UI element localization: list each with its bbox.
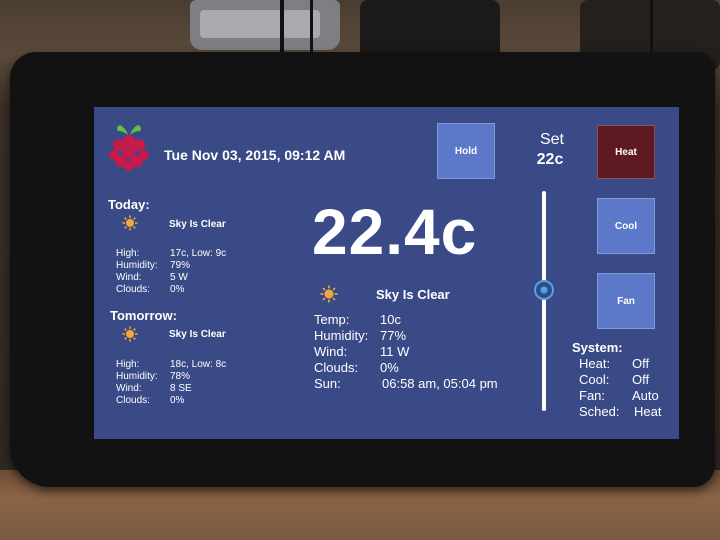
today-condition: Sky Is Clear	[169, 219, 226, 230]
tomorrow-clouds-label: Clouds:	[116, 395, 150, 406]
heat-button[interactable]: Heat	[597, 125, 655, 179]
today-humidity-label: Humidity:	[116, 260, 158, 271]
tomorrow-humidity-label: Humidity:	[116, 371, 158, 382]
system-heat-label: Heat:	[579, 356, 611, 371]
current-condition: Sky Is Clear	[376, 287, 450, 302]
system-sched-value: Heat	[634, 404, 662, 419]
sun-icon	[320, 285, 338, 303]
tomorrow-high-value: 18c, Low: 8c	[170, 359, 227, 370]
current-temperature: 22.4c	[312, 196, 478, 268]
cool-button[interactable]: Cool	[597, 198, 655, 254]
tomorrow-title: Tomorrow:	[110, 308, 177, 323]
current-humidity-label: Humidity:	[314, 328, 369, 343]
thermostat-screen: Tue Nov 03, 2015, 09:12 AM Hold Set 22c …	[94, 107, 679, 439]
current-clouds-value: 0%	[380, 360, 399, 375]
setpoint-label: Set	[539, 131, 564, 148]
background-device	[360, 0, 500, 60]
system-title: System:	[572, 340, 623, 355]
cable	[280, 0, 284, 60]
system-sched-label: Sched:	[579, 404, 620, 419]
current-wind-value: 11 W	[380, 344, 410, 359]
system-heat-value: Off	[632, 356, 650, 371]
today-details: High: 17c, Low: 9c Humidity: 79% Wind: 5 W …	[116, 248, 226, 296]
setpoint-slider-track[interactable]	[542, 191, 546, 411]
tomorrow-condition: Sky Is Clear	[169, 329, 226, 340]
today-wind-label: Wind:	[116, 272, 142, 283]
current-clouds-label: Clouds:	[314, 360, 359, 375]
system-cool-value: Off	[632, 372, 650, 387]
sun-icon	[122, 215, 138, 231]
hold-button[interactable]: Hold	[437, 123, 495, 179]
tomorrow-details: High: 18c, Low: 8c Humidity: 78% Wind: 8 SE…	[116, 359, 226, 407]
today-wind-value: 5 W	[170, 272, 188, 283]
current-humidity-value: 77%	[380, 328, 407, 343]
today-high-label: High:	[116, 248, 140, 259]
sun-icon	[122, 326, 138, 342]
tomorrow-high-label: High:	[116, 359, 140, 370]
raspberry-pi-logo-icon	[109, 125, 149, 171]
current-wind-label: Wind:	[314, 344, 348, 359]
today-high-value: 17c, Low: 9c	[170, 248, 227, 259]
current-sun-value: 06:58 am, 05:04 pm	[382, 376, 498, 391]
date-time: Tue Nov 03, 2015, 09:12 AM	[164, 147, 346, 163]
tomorrow-wind-value: 8 SE	[170, 383, 192, 394]
setpoint-value: 22c	[536, 151, 564, 168]
today-clouds-value: 0%	[170, 284, 185, 295]
current-temp-label: Temp:	[314, 312, 350, 327]
current-sun-label: Sun:	[314, 376, 341, 391]
system-fan-value: Auto	[632, 388, 659, 403]
system-cool-label: Cool:	[579, 372, 610, 387]
tomorrow-wind-label: Wind:	[116, 383, 142, 394]
background-device	[200, 10, 320, 38]
cable	[310, 0, 313, 55]
system-fan-label: Fan:	[579, 388, 606, 403]
today-humidity-value: 79%	[170, 260, 191, 271]
tomorrow-clouds-value: 0%	[170, 395, 185, 406]
setpoint-slider-thumb[interactable]	[534, 280, 554, 300]
current-details: Temp: 10c Humidity: 77% Wind: 11 W Cloud…	[314, 312, 524, 397]
today-title: Today:	[108, 197, 150, 212]
tomorrow-humidity-value: 78%	[170, 371, 191, 382]
today-clouds-label: Clouds:	[116, 284, 150, 295]
fan-button[interactable]: Fan	[597, 273, 655, 329]
current-temp-value: 10c	[380, 312, 401, 327]
system-status: Heat: Off Cool: Off Fan: Auto Sched: Hea…	[579, 356, 674, 422]
